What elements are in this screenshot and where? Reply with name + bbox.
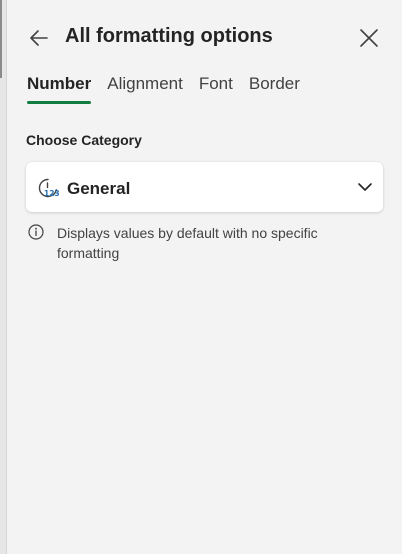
close-icon (360, 29, 378, 47)
category-dropdown[interactable]: 123 General (26, 162, 383, 212)
tab-bar: Number Alignment Font Border (27, 74, 300, 104)
info-icon (28, 224, 44, 240)
general-icon-digits: 123 (44, 189, 59, 198)
arrow-left-icon (30, 30, 48, 46)
panel-header: All formatting options (7, 18, 402, 58)
scroll-mark (0, 0, 2, 78)
category-description-text: Displays values by default with no speci… (57, 225, 318, 261)
chevron-down-icon (358, 183, 372, 191)
tab-number[interactable]: Number (27, 74, 92, 104)
tab-border[interactable]: Border (249, 74, 300, 104)
panel-title: All formatting options (65, 25, 273, 47)
tab-font[interactable]: Font (199, 74, 233, 104)
category-selected-value: General (67, 179, 131, 198)
formatting-panel: All formatting options Number Alignment … (7, 0, 402, 554)
close-button[interactable] (357, 26, 381, 50)
left-edge-scrollbar (0, 0, 7, 554)
back-button[interactable] (27, 26, 51, 50)
general-number-format-icon: 123 (38, 178, 59, 198)
tab-alignment[interactable]: Alignment (107, 74, 183, 104)
choose-category-label: Choose Category (26, 132, 142, 148)
